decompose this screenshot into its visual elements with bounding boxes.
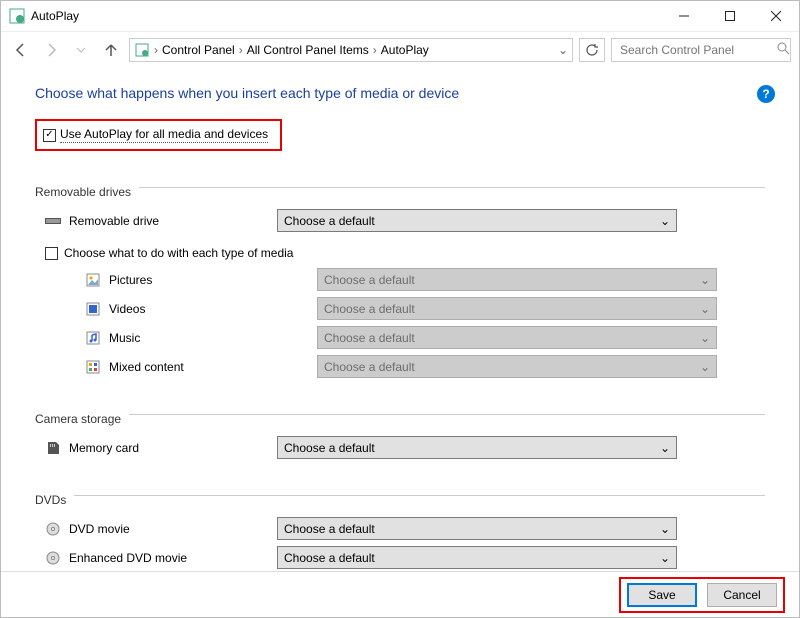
chevron-down-icon: ⌄ (660, 522, 670, 536)
forward-button[interactable] (39, 38, 63, 62)
music-icon (85, 330, 101, 346)
chevron-down-icon: ⌄ (700, 360, 710, 374)
disc-icon (45, 550, 61, 566)
page-heading: Choose what happens when you insert each… (35, 85, 765, 101)
search-icon (777, 42, 790, 58)
chevron-right-icon: › (154, 43, 158, 57)
window-title: AutoPlay (31, 9, 661, 23)
memory-card-icon (45, 440, 61, 456)
removable-drive-combo[interactable]: Choose a default⌄ (277, 209, 677, 232)
help-button[interactable]: ? (757, 85, 775, 103)
chevron-right-icon: › (373, 43, 377, 57)
close-button[interactable] (753, 1, 799, 31)
enhanced-dvd-combo[interactable]: Choose a default⌄ (277, 546, 677, 569)
videos-combo[interactable]: Choose a default⌄ (317, 297, 717, 320)
autoplay-icon (134, 42, 150, 58)
back-button[interactable] (9, 38, 33, 62)
titlebar: AutoPlay (1, 1, 799, 31)
memory-card-label: Memory card (69, 441, 139, 455)
dvd-movie-label: DVD movie (69, 522, 130, 536)
chevron-down-icon: ⌄ (660, 551, 670, 565)
dvd-movie-combo[interactable]: Choose a default⌄ (277, 517, 677, 540)
chevron-right-icon: › (239, 43, 243, 57)
up-button[interactable] (99, 38, 123, 62)
enhanced-dvd-label: Enhanced DVD movie (69, 551, 187, 565)
disc-icon (45, 521, 61, 537)
choose-media-type-label: Choose what to do with each type of medi… (64, 246, 293, 260)
chevron-down-icon: ⌄ (700, 302, 710, 316)
pictures-combo[interactable]: Choose a default⌄ (317, 268, 717, 291)
use-autoplay-label: Use AutoPlay for all media and devices (60, 127, 268, 143)
section-removable-title: Removable drives (35, 185, 131, 199)
navbar: › Control Panel › All Control Panel Item… (1, 31, 799, 67)
breadcrumb-all-items[interactable]: All Control Panel Items (247, 43, 369, 57)
highlight-use-autoplay: Use AutoPlay for all media and devices (35, 119, 282, 151)
section-dvds-title: DVDs (35, 493, 66, 507)
videos-icon (85, 301, 101, 317)
save-button[interactable]: Save (627, 583, 697, 607)
pictures-label: Pictures (109, 273, 152, 287)
pictures-icon (85, 272, 101, 288)
chevron-down-icon: ⌄ (660, 441, 670, 455)
memory-card-combo[interactable]: Choose a default⌄ (277, 436, 677, 459)
mixed-combo[interactable]: Choose a default⌄ (317, 355, 717, 378)
drive-icon (45, 213, 61, 229)
recent-dropdown[interactable] (69, 38, 93, 62)
music-label: Music (109, 331, 140, 345)
mixed-label: Mixed content (109, 360, 184, 374)
music-combo[interactable]: Choose a default⌄ (317, 326, 717, 349)
section-camera-title: Camera storage (35, 412, 121, 426)
address-bar[interactable]: › Control Panel › All Control Panel Item… (129, 38, 573, 62)
chevron-down-icon: ⌄ (700, 331, 710, 345)
mixed-icon (85, 359, 101, 375)
chevron-down-icon: ⌄ (660, 214, 670, 228)
breadcrumb-autoplay[interactable]: AutoPlay (381, 43, 429, 57)
minimize-button[interactable] (661, 1, 707, 31)
use-autoplay-checkbox[interactable] (43, 129, 56, 142)
search-input[interactable] (618, 42, 777, 58)
removable-drive-label: Removable drive (69, 214, 159, 228)
highlight-save-cancel: Save Cancel (619, 577, 785, 613)
footer: Save Cancel (1, 571, 799, 617)
chevron-down-icon[interactable]: ⌄ (558, 43, 568, 57)
chevron-down-icon: ⌄ (700, 273, 710, 287)
choose-media-type-checkbox[interactable] (45, 247, 58, 260)
search-box[interactable] (611, 38, 791, 62)
autoplay-icon (9, 8, 25, 24)
refresh-button[interactable] (579, 38, 605, 62)
maximize-button[interactable] (707, 1, 753, 31)
breadcrumb-control-panel[interactable]: Control Panel (162, 43, 235, 57)
content-area: ? Choose what happens when you insert ea… (1, 67, 799, 571)
cancel-button[interactable]: Cancel (707, 583, 777, 607)
videos-label: Videos (109, 302, 145, 316)
